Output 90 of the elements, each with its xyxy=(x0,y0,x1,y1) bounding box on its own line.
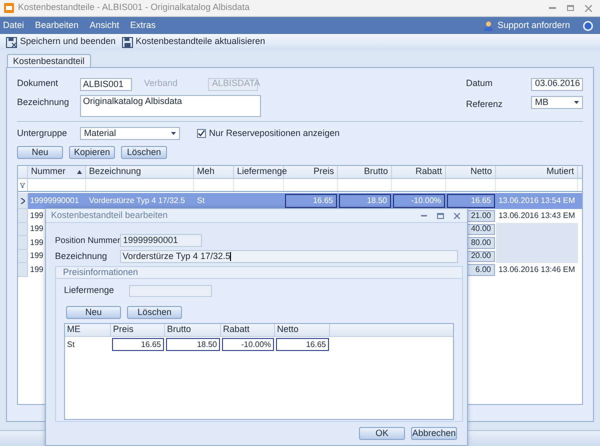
text-field[interactable] xyxy=(129,284,212,296)
column-header[interactable]: Liefermenge xyxy=(234,166,284,178)
text-field[interactable]: ALBIS001 xyxy=(80,78,132,90)
table-cell: St xyxy=(197,196,205,206)
toolbar-button[interactable]: Speichern und beenden xyxy=(6,35,116,49)
filter-icon[interactable] xyxy=(20,182,25,188)
column-header[interactable]: Netto xyxy=(446,166,496,178)
untergruppe-dropdown[interactable]: Material xyxy=(80,127,180,140)
checkbox[interactable] xyxy=(197,129,206,138)
action-button[interactable]: Löschen xyxy=(127,306,182,319)
group-title: Preisinformationen xyxy=(63,266,138,279)
tab[interactable]: Kostenbestandteil xyxy=(7,54,91,67)
window-title: Kostenbestandteile - ALBIS001 - Originalkatalog Albisdata xyxy=(18,1,250,14)
table-cell: 13.06.2016 13:46 EM xyxy=(498,264,575,275)
close-icon[interactable] xyxy=(454,212,460,218)
table-cell: St xyxy=(67,340,75,350)
field-label: Referenz xyxy=(466,98,504,111)
action-button[interactable]: Kopieren xyxy=(69,146,115,159)
action-button[interactable]: Löschen xyxy=(121,146,167,159)
table-cell: 199 xyxy=(30,210,44,221)
date-picker[interactable]: 03.06.2016 xyxy=(531,78,583,90)
field-label: Datum xyxy=(466,77,494,90)
table-cell: 16.65 xyxy=(312,196,333,206)
text-field[interactable]: 19999990001 xyxy=(120,234,202,247)
column-header[interactable]: Rabatt xyxy=(221,324,275,336)
row-pointer-icon xyxy=(20,198,24,204)
field-label: Bezeichnung xyxy=(17,96,70,109)
dialog-button[interactable]: OK xyxy=(359,427,405,440)
table-cell: 19999990001 xyxy=(30,196,79,206)
table-cell: 199 xyxy=(30,224,44,234)
menu-item[interactable]: Ansicht xyxy=(90,18,120,32)
save-icon xyxy=(122,36,133,48)
table-cell: 80.00 xyxy=(470,238,491,248)
table-cell: -10.00% xyxy=(241,340,271,350)
table-cell: 18.50 xyxy=(366,196,387,206)
save-close-icon xyxy=(6,36,17,48)
close-icon[interactable] xyxy=(585,4,592,12)
table-cell: 13.06.2016 13:54 EM xyxy=(498,196,575,206)
table-cell: 13.06.2016 13:43 EM xyxy=(498,210,575,221)
text-field[interactable]: Vorderstürze Typ 4 17/32.5 xyxy=(120,250,458,263)
table-cell: 16.65 xyxy=(140,340,161,350)
maximize-icon[interactable] xyxy=(567,5,574,11)
column-header[interactable]: Nummer xyxy=(28,166,86,178)
action-button[interactable]: Neu xyxy=(66,306,121,319)
app-icon xyxy=(4,3,14,13)
toolbar-button[interactable]: Kostenbestandteile aktualisieren xyxy=(122,35,266,49)
help-icon[interactable] xyxy=(583,20,593,30)
column-header[interactable]: Meh xyxy=(194,166,234,178)
dialog-button[interactable]: Abbrechen xyxy=(411,427,457,440)
menu-item[interactable]: Extras xyxy=(130,18,156,32)
table-cell: 199 xyxy=(30,238,44,248)
table-cell: 18.50 xyxy=(196,340,217,350)
menu-item[interactable]: Bearbeiten xyxy=(35,18,79,32)
table-cell: 6.00 xyxy=(475,264,491,275)
table-cell: 21.00 xyxy=(470,210,491,221)
column-header[interactable]: Netto xyxy=(275,324,330,336)
dropdown-arrow-icon xyxy=(574,101,579,104)
dropdown-arrow-icon xyxy=(171,132,176,135)
table-cell: 40.00 xyxy=(470,224,491,234)
column-header[interactable]: Rabatt xyxy=(392,166,446,178)
column-header[interactable]: Preis xyxy=(111,324,165,336)
maximize-icon[interactable] xyxy=(437,212,444,218)
field-label: Untergruppe xyxy=(17,126,68,140)
field-label: Position Nummer xyxy=(55,234,120,247)
column-header[interactable]: Mutiert xyxy=(496,166,578,178)
checkbox-label: Nur Reservepositionen anzeigen xyxy=(209,126,340,140)
column-header[interactable]: Brutto xyxy=(165,324,221,336)
column-header[interactable]: Bezeichnung xyxy=(86,166,194,178)
person-icon xyxy=(484,20,494,30)
action-button[interactable]: Neu xyxy=(17,146,63,159)
table-cell: 20.00 xyxy=(470,251,491,262)
field-label: Liefermenge xyxy=(64,284,116,297)
field-label: Dokument xyxy=(17,77,60,90)
column-header[interactable]: Brutto xyxy=(338,166,392,178)
table-cell: -10.00% xyxy=(411,196,441,206)
minimize-icon[interactable] xyxy=(421,214,427,216)
support-link[interactable]: Support anfordern xyxy=(497,18,570,32)
sort-ascending-icon[interactable] xyxy=(77,170,82,174)
table-cell: 16.65 xyxy=(306,340,326,350)
column-header[interactable]: ME xyxy=(65,324,111,336)
table-cell: 16.65 xyxy=(470,196,491,206)
field-label: Bezeichnung xyxy=(55,250,108,263)
referenz-dropdown[interactable]: MB xyxy=(531,96,583,109)
table-cell: 199 xyxy=(30,264,44,275)
table-cell: 199 xyxy=(30,251,44,262)
dialog-title: Kostenbestandteil bearbeiten xyxy=(51,208,168,222)
field-label: Verband xyxy=(144,77,179,90)
menu-item[interactable]: Datei xyxy=(3,18,24,32)
table-cell: Vorderstürze Typ 4 17/32.5 xyxy=(89,196,185,206)
text-area[interactable]: Originalkatalog Albisdata xyxy=(80,95,261,117)
